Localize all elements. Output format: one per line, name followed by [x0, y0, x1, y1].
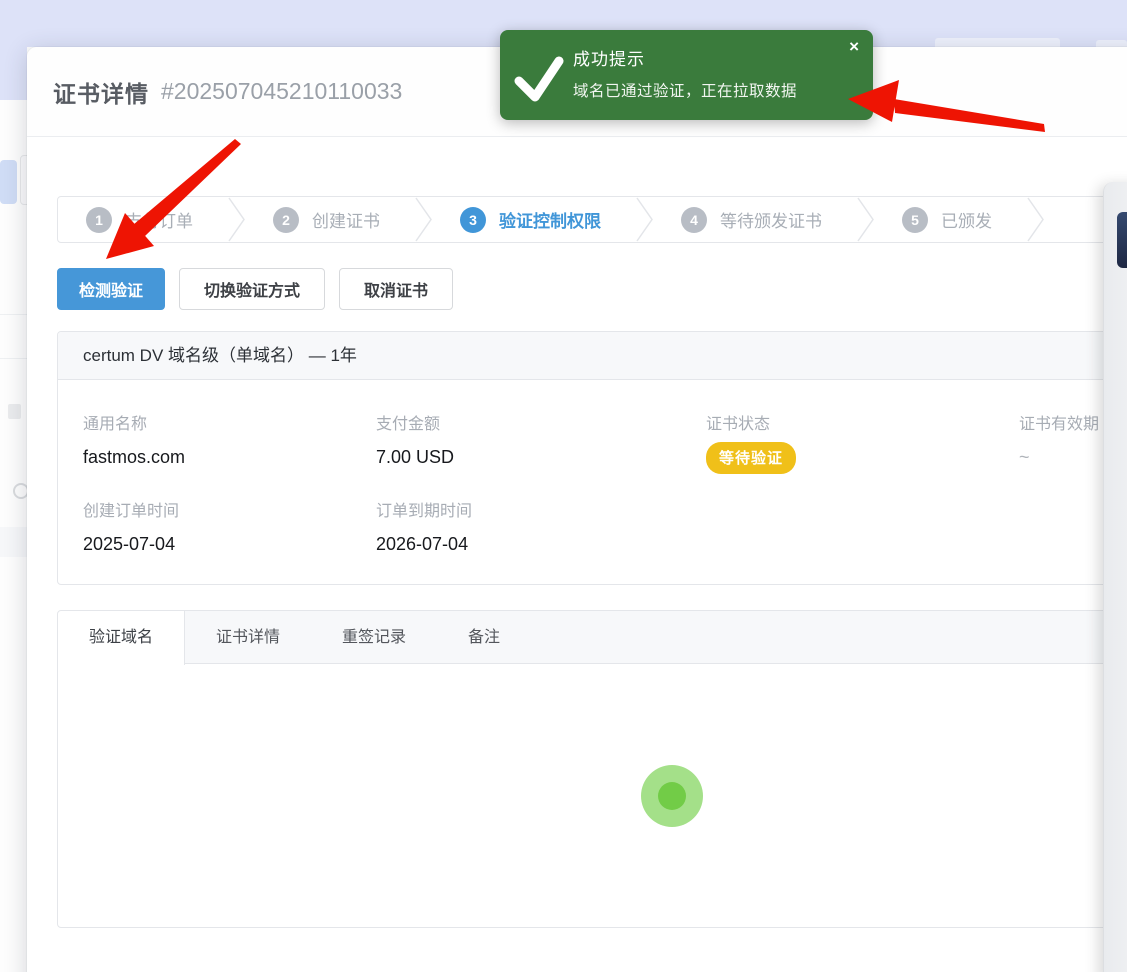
- background-divider: [0, 358, 27, 359]
- field-label: 支付金额: [376, 410, 454, 434]
- step-number: 3: [460, 207, 486, 233]
- cancel-certificate-button[interactable]: 取消证书: [339, 268, 453, 310]
- check-verification-button[interactable]: 检测验证: [57, 268, 165, 310]
- step-label: 支付订单: [125, 207, 193, 232]
- field-common-name: 通用名称 fastmos.com: [83, 410, 185, 468]
- order-number: #202507045210110033: [161, 78, 402, 105]
- modal-body: 1 支付订单 2 创建证书 3 验证控制权限 4 等待颁发证书: [27, 196, 1127, 928]
- field-cert-validity: 证书有效期 ~: [1019, 410, 1099, 468]
- action-buttons: 检测验证 切换验证方式 取消证书: [57, 268, 1127, 310]
- certificate-fields: 通用名称 fastmos.com 支付金额 7.00 USD 证书状态 等待验证…: [58, 380, 1127, 584]
- step-number: 5: [902, 207, 928, 233]
- field-label: 通用名称: [83, 410, 185, 434]
- chevron-separator-icon: [635, 197, 655, 242]
- field-label: 证书状态: [706, 410, 796, 434]
- tab-remarks[interactable]: 备注: [437, 611, 531, 663]
- certificate-info-card: certum DV 域名级（单域名） — 1年 通用名称 fastmos.com…: [57, 331, 1127, 585]
- toast-title: 成功提示: [573, 45, 645, 70]
- success-toast: 成功提示 域名已通过验证，正在拉取数据 ×: [500, 30, 873, 120]
- field-value: 2026-07-04: [376, 534, 472, 555]
- step-label: 等待颁发证书: [720, 207, 822, 232]
- background-row: [0, 527, 27, 557]
- field-cert-status: 证书状态 等待验证: [706, 410, 796, 474]
- screen: 证书详情 #202507045210110033 1 支付订单 2 创建证书 3…: [0, 0, 1127, 972]
- field-value: ~: [1019, 447, 1099, 468]
- step-label: 验证控制权限: [499, 207, 601, 232]
- step-issued: 5 已颁发: [902, 207, 992, 233]
- field-label: 证书有效期: [1019, 410, 1099, 434]
- field-label: 订单到期时间: [376, 497, 472, 521]
- switch-verification-method-button[interactable]: 切换验证方式: [179, 268, 325, 310]
- field-label: 创建订单时间: [83, 497, 179, 521]
- status-badge: 等待验证: [706, 442, 796, 474]
- tab-content: [58, 664, 1127, 927]
- progress-stepper: 1 支付订单 2 创建证书 3 验证控制权限 4 等待颁发证书: [57, 196, 1127, 243]
- step-number: 4: [681, 207, 707, 233]
- field-order-created: 创建订单时间 2025-07-04: [83, 497, 179, 555]
- background-divider: [0, 314, 27, 315]
- step-number: 1: [86, 207, 112, 233]
- step-number: 2: [273, 207, 299, 233]
- field-value: 2025-07-04: [83, 534, 179, 555]
- tab-cert-details[interactable]: 证书详情: [185, 611, 311, 663]
- field-order-expiry: 订单到期时间 2026-07-04: [376, 497, 472, 555]
- step-pay-order: 1 支付订单: [58, 207, 193, 233]
- toast-message: 域名已通过验证，正在拉取数据: [573, 79, 797, 101]
- chevron-separator-icon: [856, 197, 876, 242]
- background-topbar-left: [0, 47, 27, 100]
- modal-title: 证书详情: [53, 75, 149, 109]
- step-wait-issue: 4 等待颁发证书: [681, 207, 822, 233]
- step-create-cert: 2 创建证书: [273, 207, 380, 233]
- chevron-separator-icon: [1026, 197, 1046, 242]
- certificate-detail-modal: 证书详情 #202507045210110033 1 支付订单 2 创建证书 3…: [27, 47, 1127, 972]
- background-partial-button: [0, 160, 17, 204]
- chevron-separator-icon: [414, 197, 434, 242]
- toast-close-icon[interactable]: ×: [849, 37, 859, 57]
- background-text-fragment: [8, 404, 21, 419]
- product-title: certum DV 域名级（单域名） — 1年: [58, 332, 1127, 380]
- right-side-panel[interactable]: [1103, 182, 1127, 972]
- field-value: 7.00 USD: [376, 447, 454, 468]
- tab-verify-domain[interactable]: 验证域名: [58, 611, 185, 665]
- step-label: 已颁发: [941, 207, 992, 232]
- field-value: fastmos.com: [83, 447, 185, 468]
- step-verify-control: 3 验证控制权限: [460, 207, 601, 233]
- loading-spinner-icon: [641, 765, 703, 827]
- field-payment-amount: 支付金额 7.00 USD: [376, 410, 454, 468]
- step-label: 创建证书: [312, 207, 380, 232]
- detail-tabs-panel: 验证域名 证书详情 重签记录 备注: [57, 610, 1127, 928]
- tab-reissue-records[interactable]: 重签记录: [311, 611, 437, 663]
- tab-bar: 验证域名 证书详情 重签记录 备注: [58, 611, 1127, 664]
- right-panel-button[interactable]: [1117, 212, 1127, 268]
- check-icon: [513, 47, 565, 103]
- chevron-separator-icon: [227, 197, 247, 242]
